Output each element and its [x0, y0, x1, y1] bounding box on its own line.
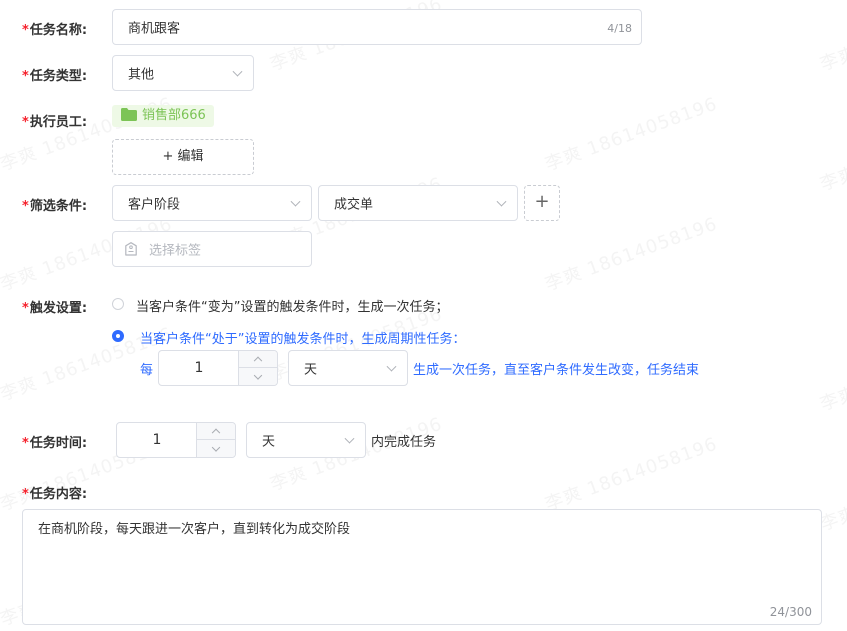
every-number-value: 1 — [194, 360, 204, 376]
task-type-label: *任务类型: — [22, 69, 88, 84]
watermark: 李爽 18614058196 — [542, 93, 721, 176]
every-unit-select[interactable]: 天 — [288, 350, 408, 386]
folder-icon — [121, 107, 137, 129]
decrement-button[interactable] — [239, 368, 277, 385]
trigger-option-periodic[interactable]: 当客户条件“处于”设置的触发条件时，生成周期性任务： — [140, 328, 465, 347]
watermark: 李爽 18614058196 — [817, 0, 847, 76]
tag-select[interactable]: 选择标签 — [112, 231, 312, 267]
plus-icon: + — [534, 191, 550, 212]
filter-field-select[interactable]: 客户阶段 — [112, 185, 312, 221]
filter-value-select[interactable]: 成交单 — [318, 185, 518, 221]
chevron-down-icon — [290, 196, 301, 207]
task-content-textarea[interactable]: 在商机阶段，每天跟进一次客户，直到转化为成交阶段 24/300 — [22, 509, 822, 625]
watermark: 李爽 18614058196 — [542, 433, 721, 516]
task-content-label: *任务内容: — [22, 487, 88, 502]
required-star: * — [22, 436, 29, 451]
stepper-arrows — [196, 423, 235, 457]
trigger-radio-periodic[interactable] — [112, 330, 124, 342]
task-time-label: *任务时间: — [22, 436, 88, 451]
edit-executor-label: + 编辑 — [162, 149, 204, 164]
every-number-stepper[interactable]: 1 — [158, 350, 278, 386]
trigger-option-once[interactable]: 当客户条件“变为”设置的触发条件时，生成一次任务； — [136, 296, 448, 315]
chevron-down-icon — [496, 196, 507, 207]
task-name-value: 商机跟客 — [128, 21, 181, 37]
watermark: 李爽 18614058196 — [817, 113, 847, 196]
task-name-label: *任务名称: — [22, 23, 88, 38]
watermark: 李爽 18614058196 — [542, 213, 721, 296]
required-star: * — [22, 301, 29, 316]
decrement-button[interactable] — [197, 440, 235, 457]
chevron-down-icon — [232, 66, 243, 77]
filter-label: *筛选条件: — [22, 199, 88, 214]
trigger-label: *触发设置: — [22, 301, 88, 316]
task-time-suffix: 内完成任务 — [371, 435, 437, 450]
task-time-unit-select[interactable]: 天 — [246, 422, 366, 458]
increment-button[interactable] — [197, 423, 235, 440]
stepper-arrows — [238, 351, 277, 385]
chevron-down-icon — [344, 433, 355, 444]
required-star: * — [22, 199, 29, 214]
filter-field-value: 客户阶段 — [128, 197, 181, 213]
department-tag[interactable]: 销售部666 — [112, 105, 214, 127]
add-condition-button[interactable]: + — [524, 185, 560, 221]
tag-select-placeholder: 选择标签 — [149, 243, 202, 259]
task-type-select[interactable]: 其他 — [112, 55, 254, 91]
task-time-unit-value: 天 — [262, 434, 276, 450]
watermark: 李爽 18614058196 — [817, 333, 847, 416]
required-star: * — [22, 23, 29, 38]
task-time-value: 1 — [152, 432, 162, 448]
edit-executor-button[interactable]: + 编辑 — [112, 139, 254, 175]
every-suffix: 生成一次任务，直至客户条件发生改变，任务结束 — [413, 363, 700, 378]
task-type-value: 其他 — [128, 67, 155, 83]
every-prefix: 每 — [140, 363, 154, 378]
department-tag-label: 销售部666 — [142, 108, 206, 123]
increment-button[interactable] — [239, 351, 277, 368]
tag-icon — [125, 242, 137, 260]
task-time-stepper[interactable]: 1 — [116, 422, 236, 458]
filter-value: 成交单 — [334, 197, 374, 213]
task-content-value: 在商机阶段，每天跟进一次客户，直到转化为成交阶段 — [38, 522, 351, 537]
required-star: * — [22, 487, 29, 502]
task-name-input[interactable]: 商机跟客 4/18 — [112, 9, 642, 45]
required-star: * — [22, 69, 29, 84]
required-star: * — [22, 115, 29, 130]
task-form-page: 李爽 18614058196 李爽 18614058196 李爽 1861405… — [0, 0, 847, 631]
trigger-radio-once[interactable] — [112, 298, 124, 310]
executor-label: *执行员工: — [22, 115, 88, 130]
chevron-down-icon — [386, 361, 397, 372]
task-name-counter: 4/18 — [607, 22, 632, 35]
task-content-counter: 24/300 — [769, 605, 812, 619]
every-unit-value: 天 — [304, 362, 318, 378]
